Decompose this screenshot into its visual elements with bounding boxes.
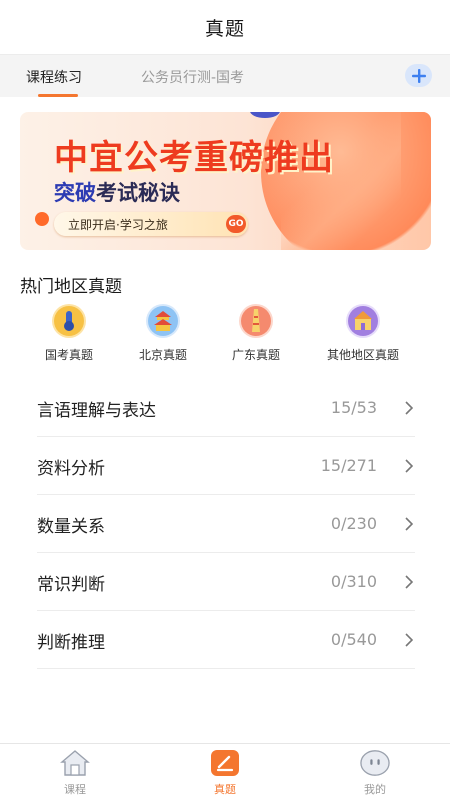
tab-civil-service-exam[interactable]: 公务员行测-国考 <box>141 55 244 98</box>
progress-count: 0/310 <box>330 572 377 591</box>
region-item-guangdong[interactable]: 广东真题 <box>206 304 306 363</box>
nav-label: 我的 <box>364 783 386 796</box>
region-item-other[interactable]: 其他地区真题 <box>313 304 413 363</box>
progress-count: 0/540 <box>330 630 377 649</box>
subject-tabbar: 课程练习 公务员行测-国考 <box>0 54 450 97</box>
region-label: 其他地区真题 <box>326 348 399 362</box>
banner-cta-button[interactable]: 立即开启·学习之旅 <box>54 212 248 236</box>
list-item[interactable]: 常识判断 0/310 <box>37 553 415 611</box>
region-item-national[interactable]: 国考真题 <box>19 304 119 363</box>
nav-item-course[interactable]: 课程 <box>25 748 125 797</box>
guangdong-tower-icon <box>239 304 273 338</box>
profile-face-icon <box>360 748 390 778</box>
chevron-right-icon <box>405 575 413 589</box>
banner-subtitle-rest: 考试秘诀 <box>96 181 180 205</box>
national-exam-icon <box>52 304 86 338</box>
nav-item-profile[interactable]: 我的 <box>325 748 425 797</box>
nav-label: 课程 <box>64 783 86 796</box>
page-title: 真题 <box>204 17 245 40</box>
region-item-beijing[interactable]: 北京真题 <box>113 304 213 363</box>
chevron-right-icon <box>405 517 413 531</box>
category-label: 资料分析 <box>37 459 105 479</box>
banner-dot-decoration <box>35 212 49 226</box>
nav-item-exam[interactable]: 真题 <box>175 748 275 797</box>
progress-count: 15/271 <box>320 456 377 475</box>
list-item[interactable]: 资料分析 15/271 <box>37 437 415 495</box>
category-label: 判断推理 <box>37 633 105 653</box>
region-label: 国考真题 <box>44 348 93 362</box>
category-label: 常识判断 <box>37 575 105 595</box>
region-label: 广东真题 <box>231 348 280 362</box>
exam-edit-icon <box>210 748 240 778</box>
add-subject-button[interactable] <box>405 64 432 87</box>
list-item[interactable]: 言语理解与表达 15/53 <box>37 379 415 437</box>
chevron-right-icon <box>405 633 413 647</box>
banner-headline: 中宜公考重磅推出 <box>54 138 334 178</box>
banner-subtitle-highlight: 突破 <box>54 181 96 205</box>
category-label: 数量关系 <box>37 517 105 537</box>
home-icon <box>60 748 90 778</box>
region-shortcuts: 国考真题 北京真题 广东真题 其他地区真题 <box>0 304 450 368</box>
list-item[interactable]: 判断推理 0/540 <box>37 611 415 669</box>
banner-subtitle: 突破考试秘诀 <box>54 177 180 207</box>
bottom-navigation: 课程 真题 我的 <box>0 743 450 800</box>
banner-cta-label: 立即开启·学习之旅 <box>68 217 168 232</box>
progress-count: 0/230 <box>330 514 377 533</box>
nav-label: 真题 <box>214 783 236 796</box>
section-title-hot-regions: 热门地区真题 <box>20 277 122 297</box>
chevron-right-icon <box>405 459 413 473</box>
promo-banner[interactable]: 中宜公考重磅推出 突破考试秘诀 立即开启·学习之旅 GO <box>20 112 431 250</box>
banner-go-badge[interactable]: GO <box>226 215 246 233</box>
chevron-right-icon <box>405 401 413 415</box>
tab-course-practice[interactable]: 课程练习 <box>26 55 82 98</box>
other-regions-icon <box>346 304 380 338</box>
question-category-list: 言语理解与表达 15/53 资料分析 15/271 数量关系 0/230 常识判… <box>37 379 415 669</box>
banner-dot-decoration <box>250 112 280 118</box>
app-header: 真题 <box>0 0 450 54</box>
plus-icon <box>411 68 426 83</box>
region-label: 北京真题 <box>138 348 187 362</box>
list-item[interactable]: 数量关系 0/230 <box>37 495 415 553</box>
category-label: 言语理解与表达 <box>37 401 156 421</box>
progress-count: 15/53 <box>330 398 377 417</box>
beijing-temple-icon <box>146 304 180 338</box>
active-tab-indicator <box>38 94 78 97</box>
